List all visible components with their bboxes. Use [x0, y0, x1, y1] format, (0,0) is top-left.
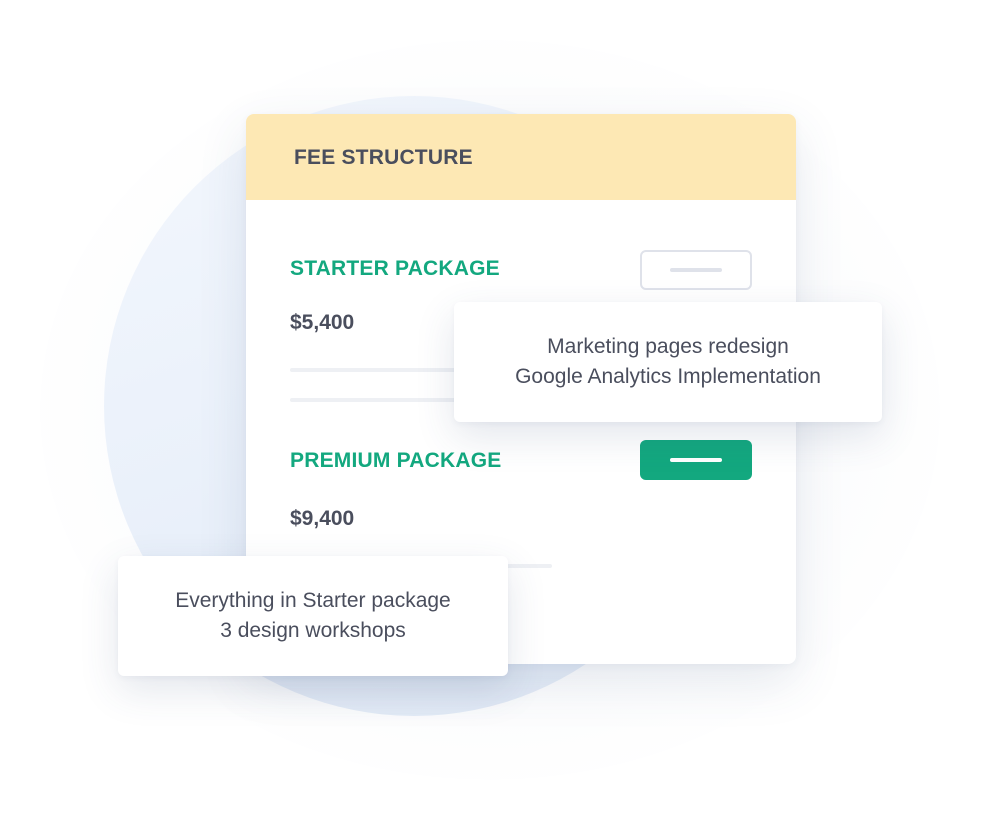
dash-icon — [670, 268, 722, 272]
starter-package-price: $5,400 — [290, 311, 355, 334]
starter-package-name: STARTER PACKAGE — [290, 257, 500, 280]
card-header: FEE STRUCTURE — [246, 114, 796, 200]
premium-package-details-tooltip: Everything in Starter package 3 design w… — [118, 556, 508, 676]
premium-package-select-button[interactable] — [640, 440, 752, 480]
tooltip-line: Everything in Starter package — [175, 589, 451, 612]
premium-package-name: PREMIUM PACKAGE — [290, 449, 502, 472]
card-title: FEE STRUCTURE — [294, 146, 473, 169]
tooltip-line: 3 design workshops — [220, 619, 406, 642]
tooltip-line: Marketing pages redesign — [547, 335, 789, 358]
dash-icon — [670, 458, 722, 462]
premium-package-price: $9,400 — [290, 507, 355, 530]
starter-package-details-tooltip: Marketing pages redesign Google Analytic… — [454, 302, 882, 422]
tooltip-line: Google Analytics Implementation — [515, 365, 821, 388]
starter-package-select-button[interactable] — [640, 250, 752, 290]
